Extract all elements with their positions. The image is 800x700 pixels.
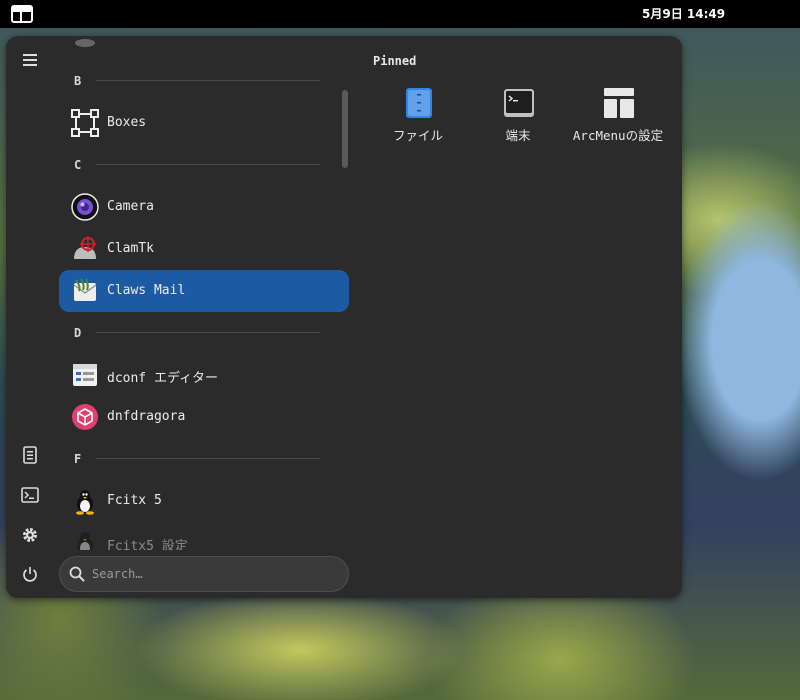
tux-icon	[71, 529, 99, 550]
app-icon	[71, 36, 99, 51]
app-label: Camera	[107, 199, 154, 214]
app-list[interactable]: B Boxes C Camera ClamTk Claws Mail D dco…	[58, 36, 350, 550]
section-header-f: F	[58, 444, 320, 474]
app-label: Fcitx 5	[107, 493, 162, 508]
search-icon	[69, 566, 85, 582]
boxes-icon	[71, 109, 99, 137]
app-item-dconf-editor[interactable]: dconf エディター	[59, 354, 349, 396]
pinned-title: Pinned	[373, 54, 417, 68]
terminal-icon	[502, 86, 536, 120]
app-item-fcitx5-settings[interactable]: Fcitx5 設定	[59, 522, 349, 550]
clamtk-icon	[71, 235, 99, 263]
power-icon	[23, 567, 37, 582]
app-item-clamtk[interactable]: ClamTk	[59, 228, 349, 270]
app-item-fcitx5[interactable]: Fcitx 5	[59, 480, 349, 522]
section-letter: F	[74, 452, 82, 466]
app-list-scrollbar[interactable]	[342, 90, 348, 168]
app-label: Fcitx5 設定	[107, 539, 188, 550]
pinned-item-files[interactable]: ファイル	[370, 84, 466, 174]
tux-icon	[71, 487, 99, 515]
section-letter: B	[74, 74, 82, 88]
section-header-d: D	[58, 318, 320, 348]
pinned-label: 端末	[505, 128, 531, 143]
dnfdragora-icon	[71, 403, 99, 431]
terminal-icon	[21, 487, 39, 503]
arcmenu-layout-icon	[11, 5, 33, 23]
app-item-claws-mail[interactable]: Claws Mail	[59, 270, 349, 312]
activities-menu-button[interactable]	[4, 3, 40, 25]
app-item-boxes[interactable]: Boxes	[59, 102, 349, 144]
search-box[interactable]	[59, 556, 349, 592]
dconf-editor-icon	[71, 361, 99, 389]
arcmenu-settings-icon	[602, 86, 636, 120]
pinned-item-terminal[interactable]: 端末	[470, 84, 566, 174]
documents-button[interactable]	[16, 441, 44, 469]
hamburger-button[interactable]	[16, 46, 44, 74]
section-header-c: C	[58, 150, 320, 180]
pinned-label: ArcMenuの設定	[572, 128, 664, 143]
list-item[interactable]	[59, 36, 349, 58]
top-bar: 5月9日 14:49	[0, 0, 800, 28]
divider	[96, 80, 320, 81]
divider	[96, 164, 320, 165]
divider	[96, 332, 320, 333]
divider	[96, 458, 320, 459]
app-item-camera[interactable]: Camera	[59, 186, 349, 228]
claws-mail-icon	[71, 277, 99, 305]
arcmenu-panel: B Boxes C Camera ClamTk Claws Mail D dco…	[6, 36, 682, 598]
document-icon	[23, 446, 37, 464]
power-button[interactable]	[16, 560, 44, 588]
app-label: dnfdragora	[107, 409, 186, 424]
terminal-button[interactable]	[16, 481, 44, 509]
pinned-label: ファイル	[392, 128, 443, 143]
settings-button[interactable]	[16, 521, 44, 549]
app-label: ClamTk	[107, 241, 154, 256]
files-icon	[402, 86, 436, 120]
camera-icon	[71, 193, 99, 221]
app-item-dnfdragora[interactable]: dnfdragora	[59, 396, 349, 438]
pinned-item-arcmenu-settings[interactable]: ArcMenuの設定	[570, 84, 666, 174]
section-letter: C	[74, 158, 82, 172]
app-label: Boxes	[107, 115, 147, 130]
clock[interactable]: 5月9日 14:49	[642, 5, 725, 22]
section-header-b: B	[58, 66, 320, 96]
app-label: Claws Mail	[107, 283, 186, 298]
search-input[interactable]	[92, 564, 332, 584]
gear-icon	[23, 528, 37, 542]
hamburger-icon	[23, 54, 37, 66]
section-letter: D	[74, 326, 82, 340]
app-label: dconf エディター	[107, 371, 219, 386]
